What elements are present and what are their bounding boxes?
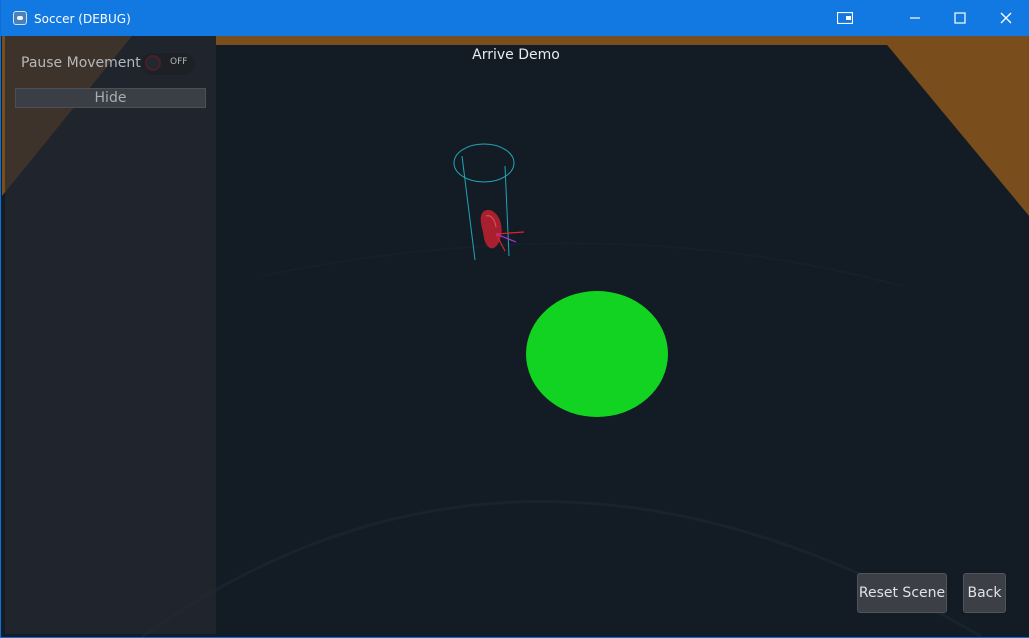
toggle-state-label: OFF — [170, 57, 188, 67]
back-button[interactable]: Back — [963, 573, 1006, 613]
close-button[interactable] — [983, 0, 1029, 36]
reset-scene-button[interactable]: Reset Scene — [857, 573, 947, 613]
toggle-knob — [145, 55, 161, 71]
back-wall — [216, 36, 1029, 45]
title-bar[interactable]: Soccer (DEBUG) — [1, 0, 1029, 36]
minimize-icon — [910, 17, 920, 19]
pause-movement-toggle[interactable]: OFF — [141, 53, 195, 75]
demo-title: Arrive Demo — [472, 47, 560, 63]
godot-app-icon — [13, 11, 27, 25]
screen-share-button[interactable] — [822, 0, 868, 36]
screen-share-icon — [837, 12, 853, 24]
target-marker — [526, 291, 668, 417]
debug-side-panel: Pause Movement OFF Hide — [5, 36, 216, 634]
maximize-button[interactable] — [937, 0, 983, 36]
maximize-icon — [954, 12, 966, 24]
hide-button[interactable]: Hide — [15, 88, 206, 108]
minimize-button[interactable] — [892, 0, 938, 36]
pause-movement-label: Pause Movement — [21, 55, 141, 71]
game-window: Soccer (DEBUG) Pause Movement OFF Hide A… — [0, 0, 1029, 638]
close-icon — [1000, 12, 1012, 24]
window-title: Soccer (DEBUG) — [34, 12, 131, 26]
